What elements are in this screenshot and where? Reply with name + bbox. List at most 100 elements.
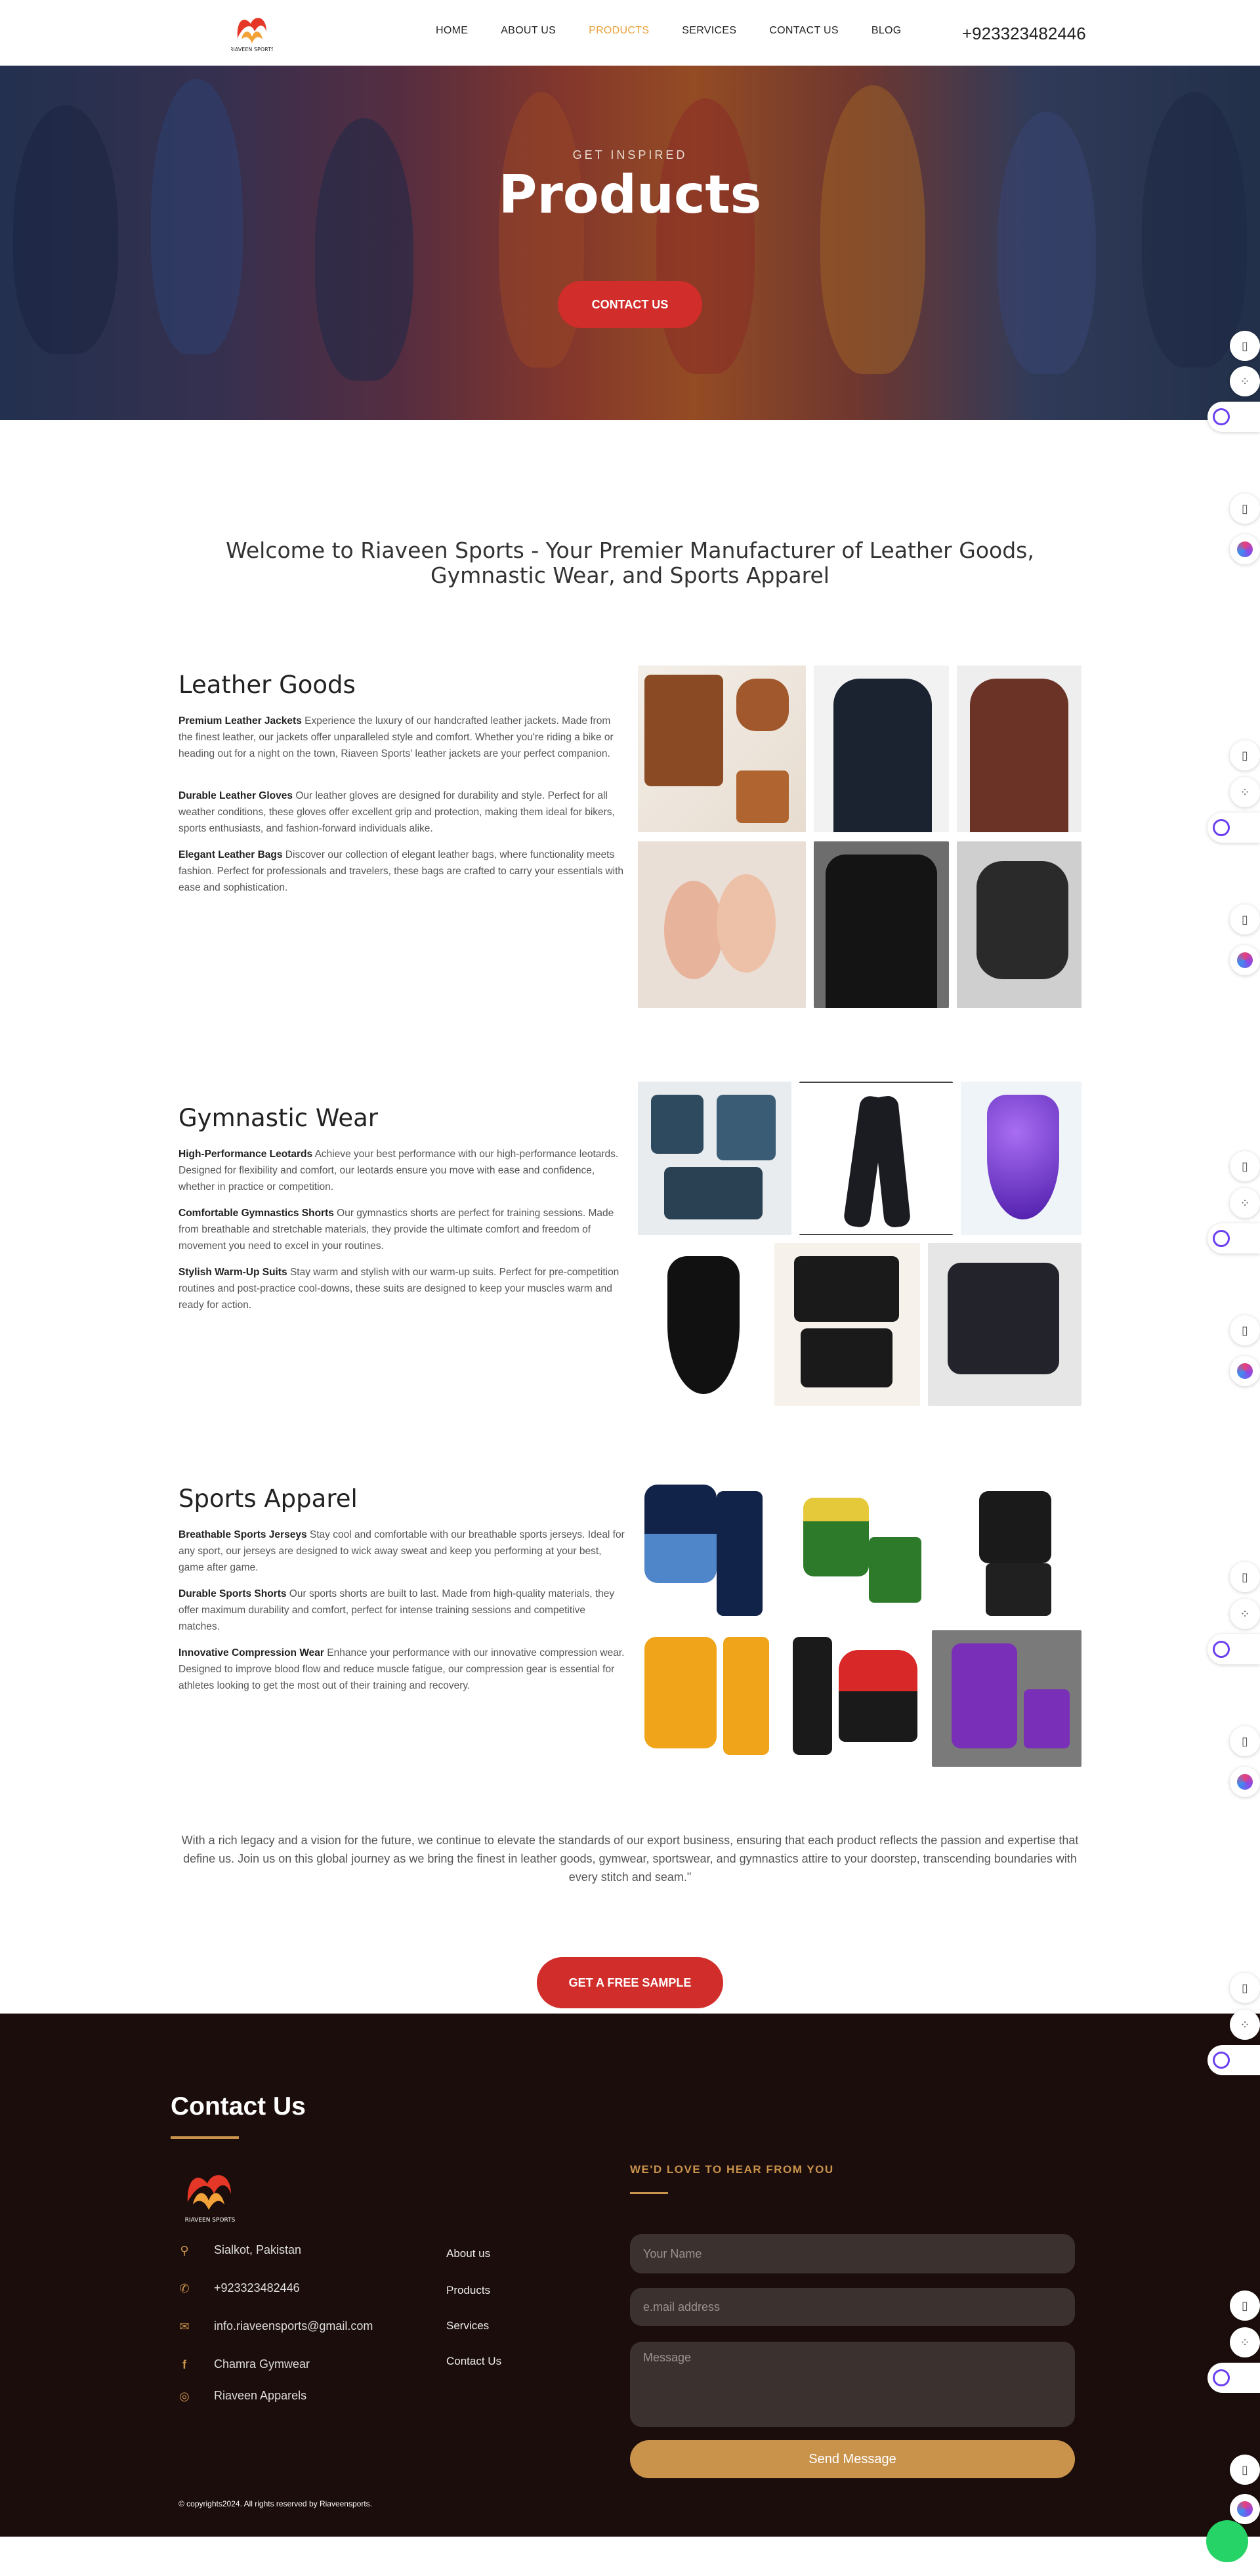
reader-icon[interactable]: ▯ — [1230, 904, 1260, 935]
contact-text[interactable]: info.riaveensports@gmail.com — [214, 2319, 373, 2333]
footer-link-products[interactable]: Products — [446, 2284, 490, 2297]
assistant-widget[interactable] — [1208, 1634, 1260, 1664]
contact-instagram[interactable]: ◎ Riaveen Apparels — [178, 2389, 306, 2403]
nav-about[interactable]: ABOUT US — [501, 25, 556, 37]
section-text: Comfortable Gymnastics Shorts Our gymnas… — [178, 1205, 625, 1254]
section-text: Stylish Warm-Up Suits Stay warm and styl… — [178, 1264, 625, 1313]
email-input[interactable]: e.mail address — [630, 2288, 1075, 2326]
brain-icon[interactable] — [1230, 945, 1260, 975]
assistant-widget[interactable] — [1208, 402, 1260, 432]
assistant-widget[interactable] — [1208, 2045, 1260, 2075]
brand-logo[interactable]: RIAVEEN SPORTS — [230, 9, 274, 56]
send-message-button[interactable]: Send Message — [630, 2440, 1075, 2478]
contact-text[interactable]: +923323482446 — [214, 2281, 300, 2295]
footer-title: Contact Us — [171, 2092, 306, 2121]
nav-contact[interactable]: CONTACT US — [769, 25, 839, 37]
crop-top-shorts-image — [774, 1243, 920, 1406]
brain-icon[interactable] — [1230, 1767, 1260, 1797]
reader-icon[interactable]: ▯ — [1230, 2291, 1260, 2321]
whatsapp-icon[interactable] — [1206, 2520, 1248, 2562]
legacy-paragraph: With a rich legacy and a vision for the … — [181, 1834, 1079, 1884]
contact-text[interactable]: Riaveen Apparels — [214, 2389, 306, 2403]
green-jersey-image — [790, 1478, 925, 1624]
name-input[interactable]: Your Name — [630, 2234, 1075, 2273]
purple-leotard-image — [961, 1082, 1082, 1235]
free-sample-button[interactable]: GET A FREE SAMPLE — [537, 1957, 723, 2008]
reader-icon[interactable]: ▯ — [1230, 1726, 1260, 1756]
message-textarea[interactable]: Message — [630, 2342, 1075, 2427]
hero-title: Products — [498, 164, 762, 225]
welcome-heading: Welcome to Riaveen Sports - Your Premier… — [226, 538, 1034, 588]
grid-icon[interactable]: ⁘ — [1230, 1188, 1260, 1218]
contact-phone[interactable]: ✆ +923323482446 — [178, 2281, 300, 2295]
assistant-icon — [1213, 1230, 1230, 1247]
reader-icon[interactable]: ▯ — [1230, 2455, 1260, 2485]
hero-overlay — [0, 66, 1260, 420]
section-text: High-Performance Leotards Achieve your b… — [178, 1146, 625, 1195]
facebook-icon: f — [182, 2357, 186, 2371]
footer-brand-name: RIAVEEN SPORTS — [185, 2217, 236, 2224]
black-leotard-image — [638, 1243, 769, 1406]
main-nav: HOME ABOUT US PRODUCTS SERVICES CONTACT … — [436, 25, 934, 37]
brain-icon[interactable] — [1230, 2494, 1260, 2524]
item-name: Stylish Warm-Up Suits — [178, 1267, 287, 1278]
nav-home[interactable]: HOME — [436, 25, 468, 37]
section-text: Elegant Leather Bags Discover our collec… — [178, 847, 625, 896]
black-kit-image — [933, 1478, 1082, 1624]
item-name: Durable Leather Gloves — [178, 790, 293, 801]
hero-contact-button[interactable]: CONTACT US — [558, 281, 702, 328]
reader-icon[interactable]: ▯ — [1230, 494, 1260, 524]
assistant-widget[interactable] — [1208, 813, 1260, 843]
grid-icon[interactable]: ⁘ — [1230, 2010, 1260, 2040]
grid-icon[interactable]: ⁘ — [1230, 1599, 1260, 1629]
brain-icon[interactable] — [1230, 1356, 1260, 1386]
assistant-widget[interactable] — [1208, 1223, 1260, 1254]
mail-icon: ✉ — [179, 2319, 190, 2333]
brand-name: RIAVEEN SPORTS — [231, 47, 273, 53]
footer-link-contact[interactable]: Contact Us — [446, 2355, 501, 2368]
reader-icon[interactable]: ▯ — [1230, 1151, 1260, 1181]
copyright-text: © copyrights2024. All rights reserved by… — [178, 2499, 372, 2508]
grid-icon[interactable]: ⁘ — [1230, 366, 1260, 396]
assistant-icon — [1213, 408, 1230, 425]
header-phone[interactable]: +923323482446 — [962, 24, 1086, 44]
yellow-tracksuit-image — [638, 1630, 781, 1762]
nav-services[interactable]: SERVICES — [682, 25, 736, 37]
tracksuit-image — [638, 1478, 782, 1624]
red-hoodie-image — [786, 1630, 924, 1762]
footer-logo[interactable]: RIAVEEN SPORTS — [178, 2161, 242, 2227]
phone-icon: ✆ — [179, 2281, 190, 2295]
reader-icon[interactable]: ▯ — [1230, 1973, 1260, 2003]
leggings-image — [799, 1082, 953, 1235]
grid-icon[interactable]: ⁘ — [1230, 777, 1260, 807]
form-kicker: WE'D LOVE TO HEAR FROM YOU — [630, 2163, 834, 2176]
item-name: Elegant Leather Bags — [178, 849, 283, 860]
footer-link-about[interactable]: About us — [446, 2247, 490, 2260]
contact-facebook[interactable]: f Chamra Gymwear — [178, 2357, 310, 2371]
section-text: Innovative Compression Wear Enhance your… — [178, 1645, 625, 1694]
reader-icon[interactable]: ▯ — [1230, 331, 1260, 361]
nav-products[interactable]: PRODUCTS — [589, 25, 649, 37]
contact-text[interactable]: Chamra Gymwear — [214, 2357, 310, 2371]
grid-icon[interactable]: ⁘ — [1230, 2327, 1260, 2357]
assistant-icon — [1213, 819, 1230, 836]
brain-icon[interactable] — [1230, 534, 1260, 564]
item-name: High-Performance Leotards — [178, 1149, 313, 1160]
gym-shorts-image — [928, 1243, 1082, 1406]
assistant-icon — [1213, 2052, 1230, 2069]
item-name: Comfortable Gymnastics Shorts — [178, 1208, 334, 1219]
leather-jacket-shoes-image — [638, 665, 806, 832]
nav-blog[interactable]: BLOG — [872, 25, 902, 37]
reader-icon[interactable]: ▯ — [1230, 1562, 1260, 1592]
site-footer: Contact Us RIAVEEN SPORTS ⚲ Sialkot, Pak… — [0, 2014, 1260, 2537]
instagram-icon: ◎ — [179, 2389, 190, 2403]
contact-location: ⚲ Sialkot, Pakistan — [178, 2243, 301, 2257]
footer-link-services[interactable]: Services — [446, 2319, 489, 2333]
reader-icon[interactable]: ▯ — [1230, 1315, 1260, 1345]
gymwear-set-image — [638, 1082, 791, 1235]
section-title-gymnastic: Gymnastic Wear — [178, 1104, 378, 1132]
contact-email[interactable]: ✉ info.riaveensports@gmail.com — [178, 2319, 373, 2333]
brown-leather-jacket-image — [957, 665, 1082, 832]
reader-icon[interactable]: ▯ — [1230, 740, 1260, 771]
assistant-widget[interactable] — [1208, 2363, 1260, 2393]
